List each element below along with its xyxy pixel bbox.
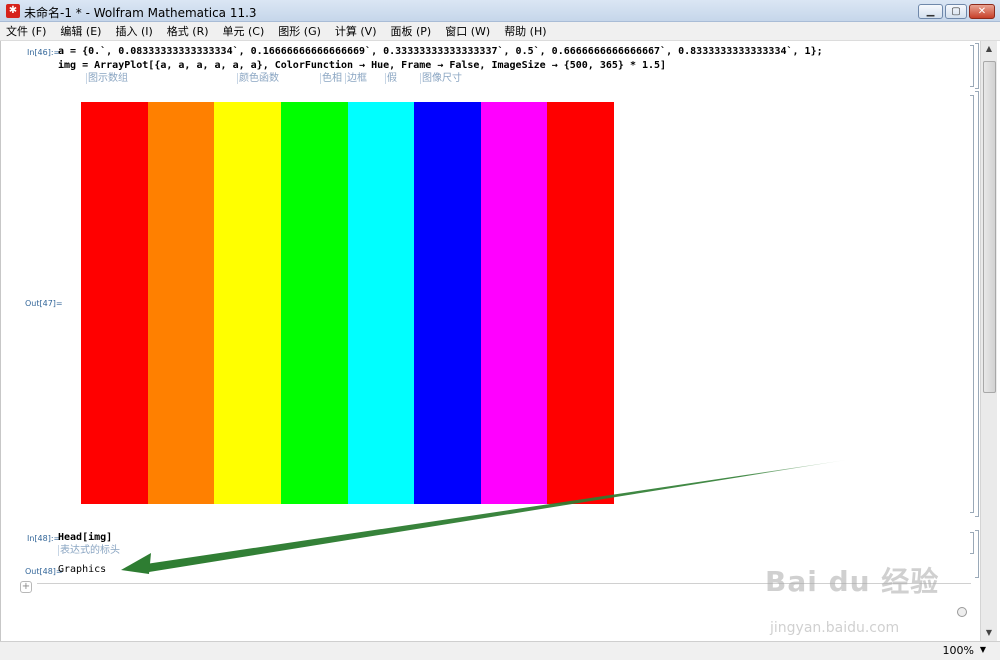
head-input[interactable]: Head[img]: [58, 532, 112, 543]
head-output[interactable]: Graphics: [58, 564, 106, 575]
group-bracket[interactable]: [975, 530, 979, 578]
hint-frame: 边框: [345, 73, 367, 84]
group-bracket[interactable]: [975, 91, 979, 517]
add-cell-button[interactable]: +: [20, 581, 32, 593]
scroll-up-icon[interactable]: ▲: [981, 41, 997, 57]
hint-arrayplot: 图示数组: [86, 73, 128, 84]
mathematica-icon[interactable]: ✱: [6, 4, 20, 18]
plot-stripe: [547, 102, 614, 504]
title-bar: ✱ 未命名-1 * - Wolfram Mathematica 11.3 ▁ ▢…: [0, 0, 1000, 22]
plot-stripe: [214, 102, 281, 504]
menu-cell[interactable]: 单元 (C): [223, 23, 265, 39]
cell-bracket[interactable]: [970, 45, 974, 87]
menu-graphics[interactable]: 图形 (G): [278, 23, 321, 39]
baidu-url: jingyan.baidu.com: [770, 620, 900, 636]
menu-insert[interactable]: 插入 (I): [115, 23, 152, 39]
plot-stripe: [347, 102, 415, 504]
plot-stripe: [480, 102, 548, 504]
hue-array-plot[interactable]: [81, 102, 614, 504]
maximize-button[interactable]: ▢: [945, 4, 967, 19]
menu-edit[interactable]: 编辑 (E): [60, 23, 101, 39]
menu-file[interactable]: 文件 (F): [6, 23, 46, 39]
hint-hue: 色相: [320, 73, 342, 84]
notebook-area[interactable]: In[46]:= a = {0.`, 0.08333333333333334`,…: [0, 41, 980, 641]
input-line-2[interactable]: img = ArrayPlot[{a, a, a, a, a, a}, Colo…: [58, 60, 666, 71]
hint-imagesize: 图像尺寸: [420, 73, 462, 84]
input-line-1[interactable]: a = {0.`, 0.08333333333333334`, 0.166666…: [58, 46, 823, 57]
dynamic-indicator-icon[interactable]: [957, 607, 967, 617]
menu-bar: 文件 (F) 编辑 (E) 插入 (I) 格式 (R) 单元 (C) 图形 (G…: [0, 22, 1000, 41]
group-bracket[interactable]: [975, 43, 979, 89]
cell-bracket[interactable]: [970, 532, 974, 554]
scroll-thumb[interactable]: [983, 61, 996, 393]
menu-evaluation[interactable]: 计算 (V): [335, 23, 377, 39]
plot-stripe: [147, 102, 215, 504]
zoom-level[interactable]: 100%: [943, 644, 974, 657]
close-button[interactable]: ✕: [969, 4, 995, 19]
input-label: In[46]:=: [27, 48, 61, 57]
input-label-2: In[48]:=: [27, 534, 61, 543]
status-bar: 100% ▼: [0, 641, 1000, 660]
baidu-watermark: Bai du 经验: [765, 565, 940, 598]
plot-stripe: [280, 102, 348, 504]
menu-palettes[interactable]: 面板 (P): [391, 23, 432, 39]
menu-window[interactable]: 窗口 (W): [445, 23, 490, 39]
output-label-2: Out[48]=: [25, 567, 63, 576]
window-title: 未命名-1 * - Wolfram Mathematica 11.3: [24, 6, 257, 20]
plot-stripe: [81, 102, 148, 504]
plot-stripe: [414, 102, 481, 504]
hint-colorfunction: 颜色函数: [237, 73, 279, 84]
cell-bracket[interactable]: [970, 95, 974, 513]
zoom-dropdown-icon[interactable]: ▼: [980, 645, 986, 654]
output-label: Out[47]=: [25, 299, 63, 308]
hint-false: 假: [385, 73, 397, 84]
scroll-down-icon[interactable]: ▼: [981, 625, 997, 641]
menu-help[interactable]: 帮助 (H): [504, 23, 546, 39]
vertical-scrollbar[interactable]: ▲ ▼: [980, 41, 997, 641]
hint-head: 表达式的标头: [58, 545, 120, 556]
menu-format[interactable]: 格式 (R): [167, 23, 209, 39]
minimize-button[interactable]: ▁: [918, 4, 943, 19]
